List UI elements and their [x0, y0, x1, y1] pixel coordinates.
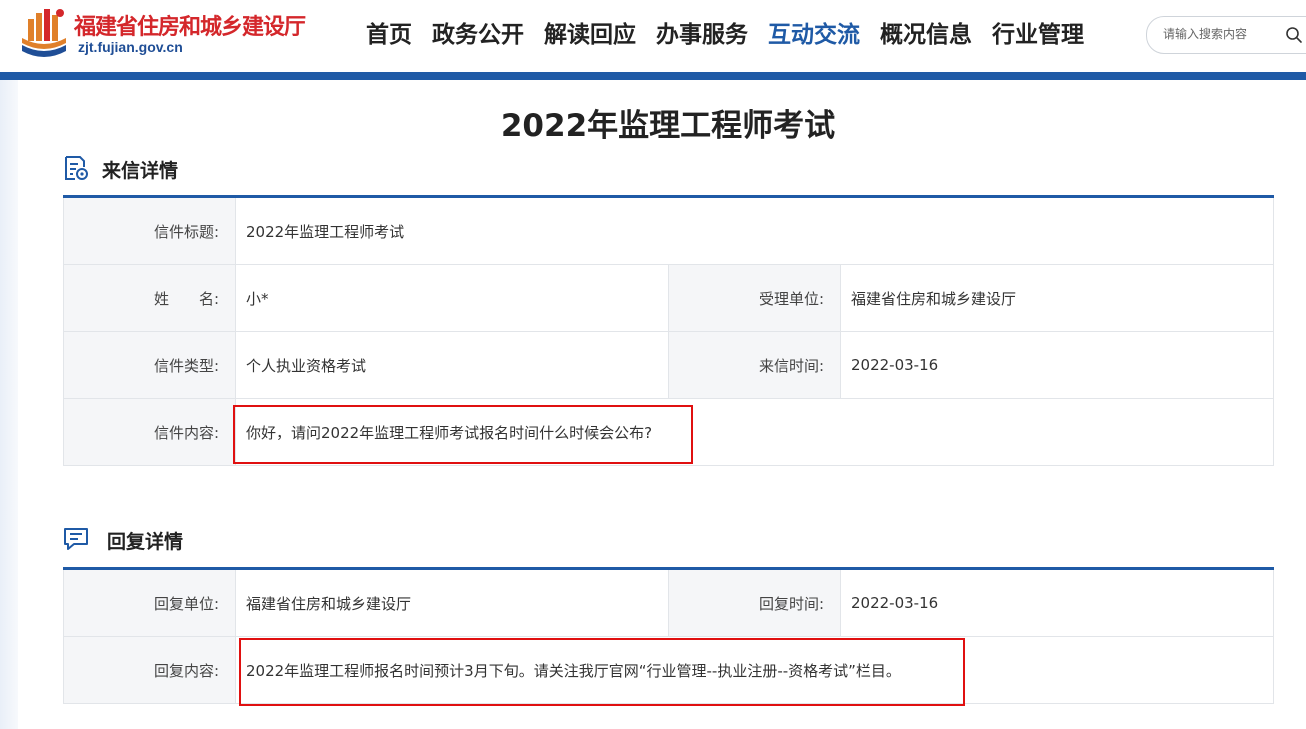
- nav-item-overview[interactable]: 概况信息: [880, 15, 972, 55]
- letter-section-title: 来信详情: [102, 160, 179, 182]
- dept-value: 福建省住房和城乡建设厅: [839, 264, 1275, 332]
- side-decoration: [0, 80, 18, 729]
- nav-item-home[interactable]: 首页: [366, 15, 412, 55]
- type-value: 个人执业资格考试: [235, 331, 669, 399]
- content-label: 信件内容:: [63, 398, 236, 466]
- reply-time-value: 2022-03-16: [840, 568, 1274, 637]
- nav-item-government-affairs[interactable]: 政务公开: [432, 15, 524, 55]
- subject-value: 2022年监理工程师考试: [234, 196, 1275, 265]
- name-label: 姓 名:: [63, 264, 236, 332]
- reply-time-label: 回复时间:: [668, 568, 841, 637]
- table-row: 回复内容: 2022年监理工程师报名时间预计3月下旬。请关注我厅官网“行业管理-…: [63, 636, 1274, 704]
- letter-time-value: 2022-03-16: [839, 331, 1275, 399]
- nav-item-services[interactable]: 办事服务: [656, 15, 748, 55]
- logo-emblem-icon: [22, 9, 66, 57]
- document-icon: [65, 156, 88, 180]
- site-header: 福建省住房和城乡建设厅 zjt.fujian.gov.cn 首页 政务公开 解读…: [0, 0, 1306, 72]
- name-value: 小*: [235, 264, 669, 332]
- site-logo[interactable]: 福建省住房和城乡建设厅 zjt.fujian.gov.cn: [14, 5, 334, 65]
- table-row: 信件内容: 你好，请问2022年监理工程师考试报名时间什么时候会公布?: [63, 398, 1275, 466]
- reply-dept-label: 回复单位:: [63, 568, 236, 637]
- nav-item-industry[interactable]: 行业管理: [992, 15, 1084, 55]
- reply-section-title: 回复详情: [107, 531, 184, 553]
- nav-item-interaction[interactable]: 互动交流: [768, 15, 860, 55]
- search-input[interactable]: [1163, 24, 1283, 44]
- search-icon[interactable]: [1285, 26, 1303, 44]
- letter-details-table: 信件标题: 2022年监理工程师考试 姓 名: 小* 受理单位: 福建省住房和城…: [63, 195, 1275, 466]
- subject-label: 信件标题:: [63, 196, 236, 265]
- search-box: [1146, 16, 1306, 54]
- table-row: 回复单位: 福建省住房和城乡建设厅 回复时间: 2022-03-16: [63, 568, 1274, 637]
- main-nav: 首页 政务公开 解读回应 办事服务 互动交流 概况信息 行业管理: [366, 15, 1104, 55]
- reply-dept-value: 福建省住房和城乡建设厅: [235, 568, 669, 637]
- reply-details-table: 回复单位: 福建省住房和城乡建设厅 回复时间: 2022-03-16 回复内容:…: [63, 567, 1274, 704]
- type-label: 信件类型:: [63, 331, 236, 399]
- reply-content-value: 2022年监理工程师报名时间预计3月下旬。请关注我厅官网“行业管理--执业注册-…: [235, 636, 1274, 704]
- letter-time-label: 来信时间:: [668, 331, 841, 399]
- table-row: 信件类型: 个人执业资格考试 来信时间: 2022-03-16: [63, 331, 1275, 399]
- reply-content-label: 回复内容:: [63, 636, 236, 704]
- site-name: 福建省住房和城乡建设厅: [74, 14, 306, 40]
- dept-label: 受理单位:: [668, 264, 841, 332]
- header-divider: [0, 72, 1306, 80]
- page-title: 2022年监理工程师考试: [500, 108, 836, 144]
- table-row: 信件标题: 2022年监理工程师考试: [63, 196, 1275, 265]
- letter-content-value: 你好，请问2022年监理工程师考试报名时间什么时候会公布?: [234, 398, 1275, 466]
- nav-item-interpretation[interactable]: 解读回应: [544, 15, 636, 55]
- table-row: 姓 名: 小* 受理单位: 福建省住房和城乡建设厅: [63, 264, 1275, 332]
- site-url: zjt.fujian.gov.cn: [78, 39, 183, 55]
- chat-bubble-icon: [64, 528, 88, 550]
